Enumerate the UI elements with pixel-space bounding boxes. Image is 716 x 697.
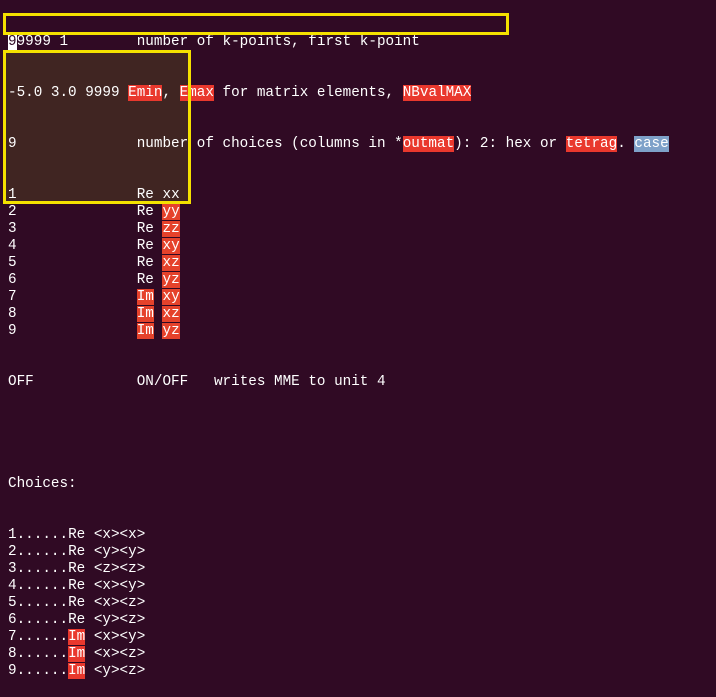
component: xz xyxy=(162,255,180,271)
choice-list-item: 7......Im <x><y> xyxy=(8,629,146,645)
highlight-box-energy xyxy=(3,13,509,35)
choice-list-item: 2......Re <y><y> xyxy=(8,544,146,560)
part: Re xyxy=(136,221,154,237)
choice-row: 3 Re zz xyxy=(8,221,180,237)
part: Re xyxy=(136,238,154,254)
choice-row: 5 Re xz xyxy=(8,255,180,271)
cursor: 9 xyxy=(8,34,17,50)
choice-row: 9 Im yz xyxy=(8,323,180,339)
part: Re xyxy=(136,255,154,271)
part: Re xyxy=(136,272,154,288)
part: Im xyxy=(136,323,154,339)
choice-list-item: 8......Im <x><z> xyxy=(8,646,146,662)
mme-line: OFF ON/OFF writes MME to unit 4 xyxy=(8,374,386,390)
part: Im xyxy=(136,289,154,305)
choice-list-item: 4......Re <x><y> xyxy=(8,578,146,594)
component: xy xyxy=(162,289,180,305)
part: Re xyxy=(136,204,154,220)
choice-row: 2 Re yy xyxy=(8,204,180,220)
component: yz xyxy=(162,272,180,288)
part: Im xyxy=(136,306,154,322)
component: yz xyxy=(162,323,180,339)
choice-list-item: 5......Re <x><z> xyxy=(8,595,146,611)
choice-row: 6 Re yz xyxy=(8,272,180,288)
component: xz xyxy=(162,306,180,322)
choice-row: 8 Im xz xyxy=(8,306,180,322)
component: yy xyxy=(162,204,180,220)
choice-row: 4 Re xy xyxy=(8,238,180,254)
choice-list-item: 1......Re <x><x> xyxy=(8,527,146,543)
choice-list-item: 6......Re <y><z> xyxy=(8,612,146,628)
choice-list-item: 3......Re <z><z> xyxy=(8,561,146,577)
component: xy xyxy=(162,238,180,254)
choices-title: Choices: xyxy=(8,476,77,492)
highlight-box-choices xyxy=(3,50,191,204)
component: zz xyxy=(162,221,180,237)
choice-list-item: 9......Im <y><z> xyxy=(8,663,146,679)
choice-row: 7 Im xy xyxy=(8,289,180,305)
kpoints-line: 99999 1 number of k-points, first k-poin… xyxy=(8,34,420,50)
